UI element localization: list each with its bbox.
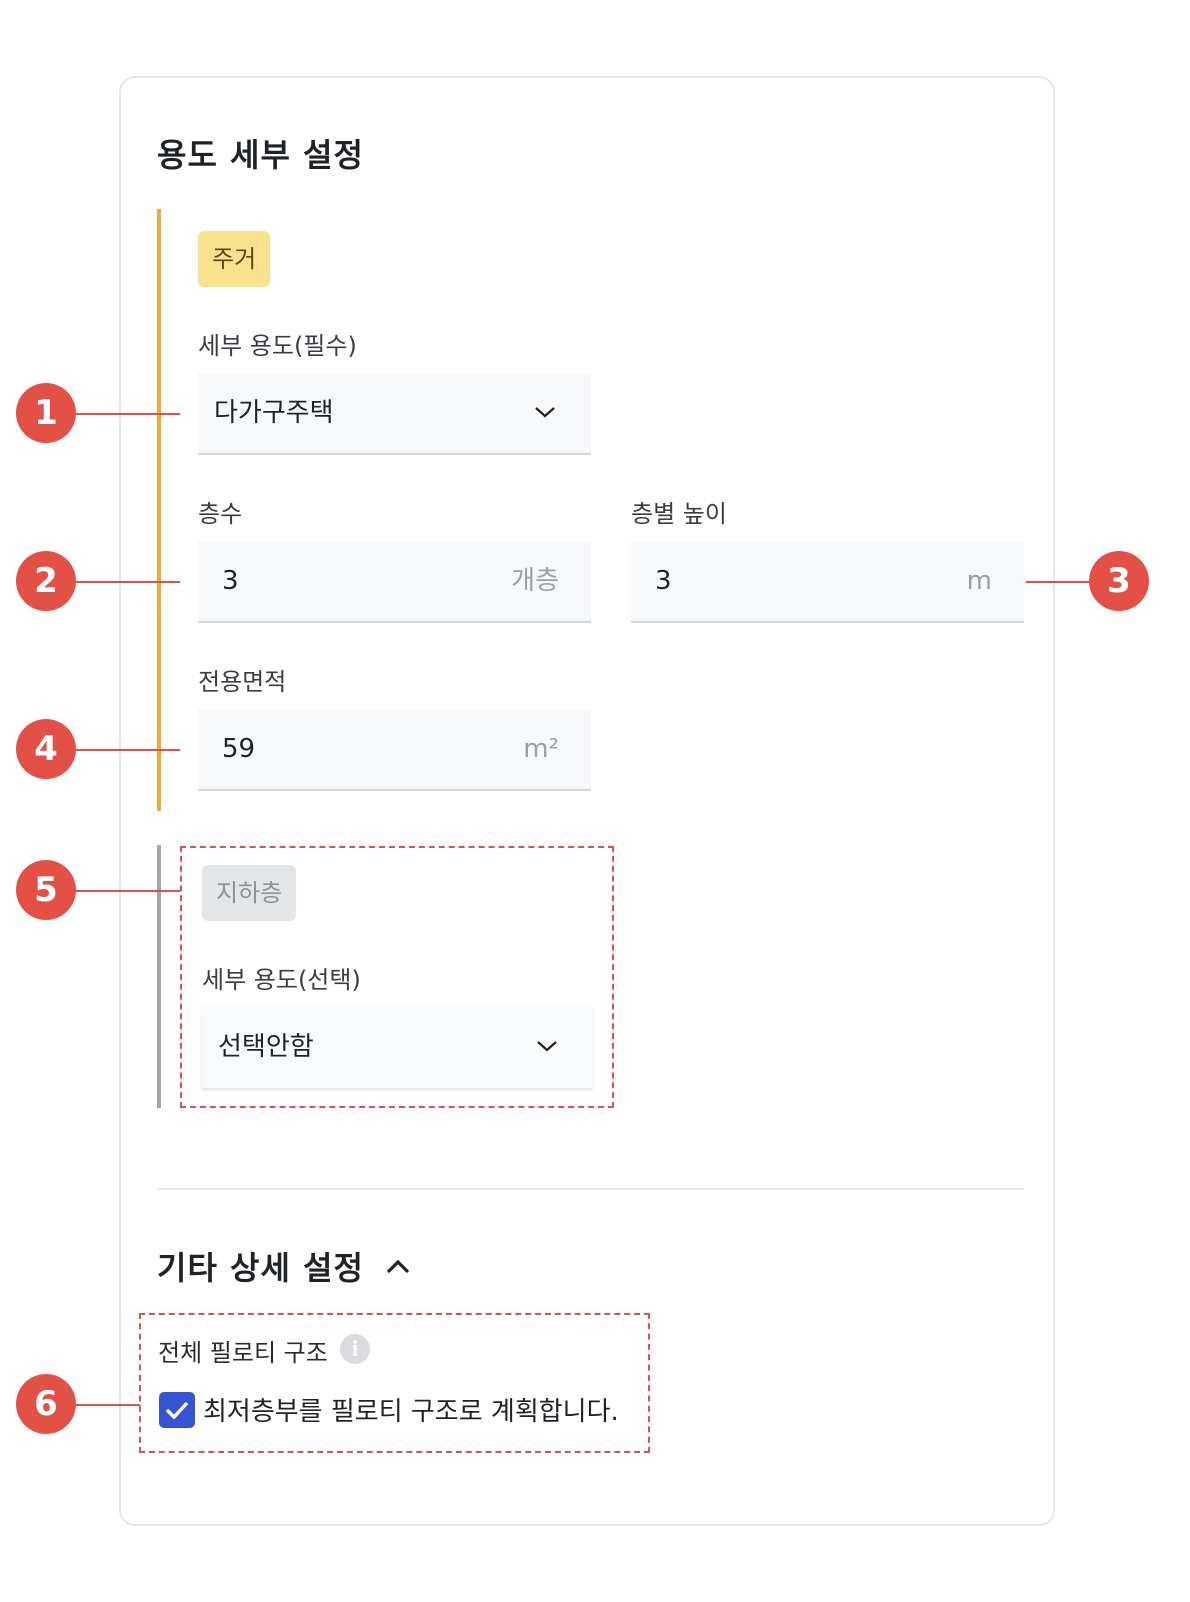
marker-3: 3 <box>1089 551 1149 611</box>
floor-height-label: 층별 높이 <box>631 500 727 528</box>
sub-use-required-label: 세부 용도(필수) <box>198 332 357 360</box>
marker-1-leader <box>76 413 180 415</box>
chevron-down-icon <box>537 1041 557 1052</box>
piloti-label: 전체 필로티 구조 <box>158 1339 328 1367</box>
floors-input[interactable]: 3 개층 <box>198 541 591 623</box>
residential-tag: 주거 <box>198 231 271 287</box>
marker-4: 4 <box>16 719 76 779</box>
floors-input-value: 3 <box>222 566 239 596</box>
marker-6-leader <box>76 1404 140 1406</box>
marker-3-leader <box>1026 581 1090 583</box>
other-settings-title: 기타 상세 설정 <box>157 1249 364 1287</box>
sub-use-optional-label: 세부 용도(선택) <box>202 966 361 994</box>
marker-5: 5 <box>16 860 76 920</box>
sub-use-select-value: 다가구주택 <box>214 398 334 428</box>
settings-card <box>119 76 1055 1526</box>
section-divider <box>158 1188 1024 1190</box>
chevron-down-icon <box>535 407 555 418</box>
area-input-value: 59 <box>222 734 256 764</box>
area-label: 전용면적 <box>198 668 287 696</box>
chevron-up-icon[interactable] <box>384 1257 412 1277</box>
floors-label: 층수 <box>198 500 243 528</box>
marker-5-leader <box>76 890 180 892</box>
area-input[interactable]: 59 m² <box>198 709 591 791</box>
marker-2: 2 <box>16 551 76 611</box>
marker-2-leader <box>76 581 180 583</box>
sub-use-select[interactable]: 다가구주택 <box>198 373 591 455</box>
check-icon <box>165 1401 189 1420</box>
piloti-checkbox[interactable] <box>159 1392 195 1428</box>
basement-sub-use-select[interactable]: 선택안함 <box>202 1007 593 1088</box>
marker-6: 6 <box>16 1374 76 1434</box>
floor-height-input-value: 3 <box>655 566 672 596</box>
floors-unit: 개층 <box>511 566 559 596</box>
piloti-checkbox-label[interactable]: 최저층부를 필로티 구조로 계획합니다. <box>203 1391 619 1428</box>
basement-group-bar <box>157 845 161 1108</box>
floor-height-input[interactable]: 3 m <box>631 541 1024 623</box>
residential-group-bar <box>157 209 161 811</box>
basement-tag: 지하층 <box>202 865 297 921</box>
usage-detail-title: 용도 세부 설정 <box>157 136 364 174</box>
basement-sub-use-select-value: 선택안함 <box>218 1032 314 1062</box>
marker-4-leader <box>76 749 180 751</box>
area-unit: m² <box>523 734 559 764</box>
info-icon[interactable]: i <box>340 1334 370 1364</box>
marker-1: 1 <box>16 383 76 443</box>
floor-height-unit: m <box>966 566 992 596</box>
